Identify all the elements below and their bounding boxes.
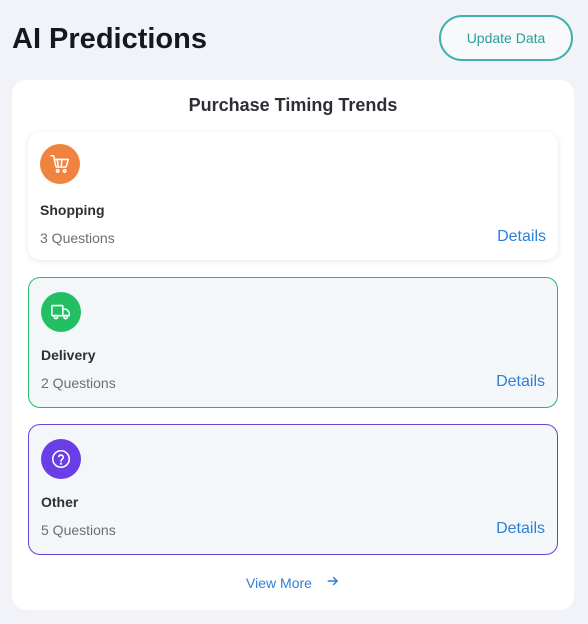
details-link-shopping[interactable]: Details — [497, 228, 546, 246]
view-more-label: View More — [246, 574, 312, 591]
question-icon — [41, 439, 81, 479]
question-count: 3 Questions — [40, 230, 115, 246]
question-count: 5 Questions — [41, 522, 116, 538]
delivery-truck-icon — [41, 292, 81, 332]
category-card-delivery[interactable]: Delivery 2 Questions Details — [28, 277, 558, 408]
question-count: 2 Questions — [41, 375, 116, 391]
details-link-delivery[interactable]: Details — [496, 373, 545, 391]
card-title: Delivery — [41, 347, 96, 363]
arrow-right-icon — [326, 574, 340, 591]
shopping-cart-icon — [40, 144, 80, 184]
card-title: Other — [41, 494, 79, 510]
details-link-other[interactable]: Details — [496, 520, 545, 538]
page-title: AI Predictions — [12, 23, 207, 55]
purchase-timing-panel: Purchase Timing Trends Shopping 3 Questi… — [12, 80, 574, 610]
category-card-other[interactable]: Other 5 Questions Details — [28, 424, 558, 555]
update-data-label: Update Data — [466, 30, 546, 46]
panel-title: Purchase Timing Trends — [188, 95, 398, 115]
view-more-link[interactable]: View More — [12, 574, 574, 591]
card-title: Shopping — [40, 202, 105, 218]
category-card-shopping[interactable]: Shopping 3 Questions Details — [28, 132, 558, 260]
update-data-button[interactable]: Update Data — [439, 15, 573, 61]
